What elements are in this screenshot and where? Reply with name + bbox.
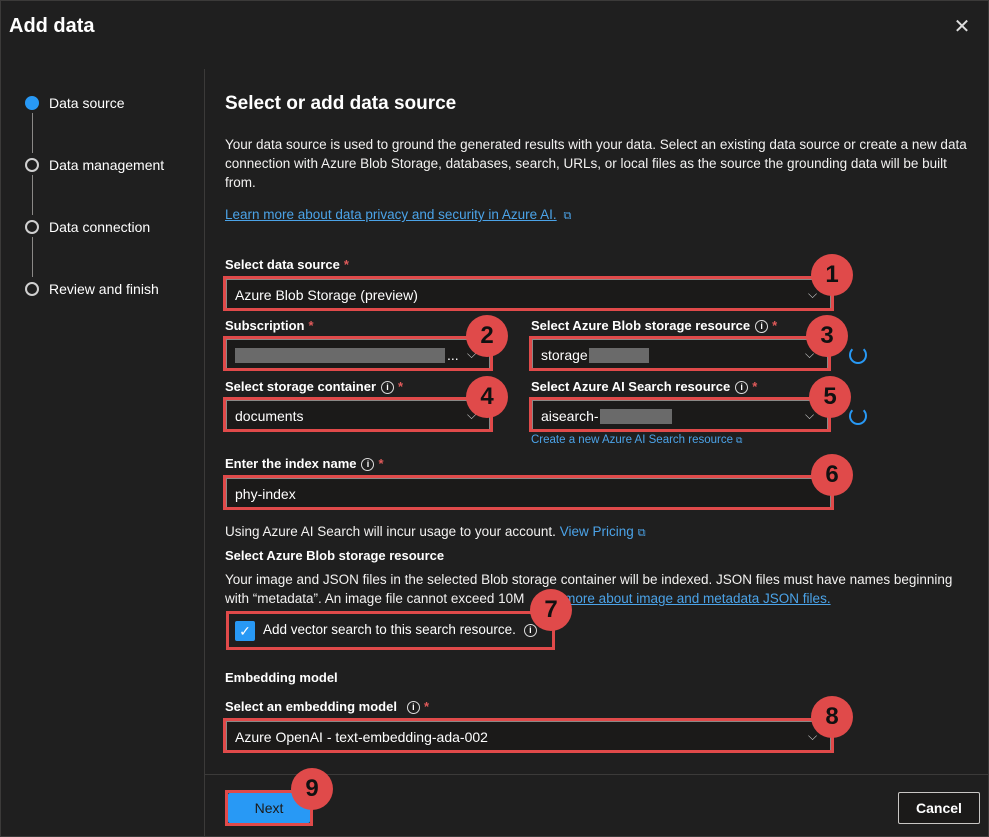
index-name-label: Enter the index name i * xyxy=(225,456,384,471)
close-icon[interactable]: ✕ xyxy=(952,17,972,37)
search-resource-dropdown[interactable]: aisearch- ⌵ xyxy=(532,400,828,432)
privacy-link[interactable]: Learn more about data privacy and securi… xyxy=(225,207,571,223)
callout-badge: 5 xyxy=(809,376,851,418)
callout-badge: 8 xyxy=(811,696,853,738)
vector-search-label-text: Add vector search to this search resourc… xyxy=(263,622,516,637)
step-label: Data source xyxy=(49,95,125,111)
subscription-label: Subscription * xyxy=(225,318,314,333)
callout-badge: 1 xyxy=(811,254,853,296)
blob-resource-label: Select Azure Blob storage resource i * xyxy=(531,318,778,333)
callout-badge: 7 xyxy=(530,589,572,631)
step-connector xyxy=(32,113,33,153)
refresh-icon[interactable] xyxy=(849,346,867,364)
info-icon[interactable]: i xyxy=(381,381,394,394)
embedding-heading: Embedding model xyxy=(225,670,338,685)
step-data-source[interactable]: Data source xyxy=(25,93,124,113)
container-dropdown[interactable]: documents ⌵ xyxy=(226,400,490,432)
blob-resource-value: storage xyxy=(541,347,588,363)
create-search-resource-link[interactable]: Create a new Azure AI Search resource ⧉ xyxy=(531,434,742,446)
container-label: Select storage container i * xyxy=(225,379,404,394)
cancel-button[interactable]: Cancel xyxy=(898,792,980,824)
step-dot-icon xyxy=(25,220,39,234)
search-resource-label: Select Azure AI Search resource i * xyxy=(531,379,758,394)
info-icon[interactable]: i xyxy=(755,320,769,333)
info-icon[interactable]: i xyxy=(735,381,749,394)
step-data-management[interactable]: Data management xyxy=(25,155,164,175)
step-connector xyxy=(32,175,33,215)
redacted-value xyxy=(599,408,672,424)
step-active-dot-icon xyxy=(25,96,39,110)
step-label: Data connection xyxy=(49,219,151,235)
index-name-input[interactable]: phy-index xyxy=(226,478,831,510)
external-link-icon: ⧉ xyxy=(637,527,646,539)
step-review-and-finish[interactable]: Review and finish xyxy=(25,279,159,299)
dialog-title: Add data xyxy=(9,15,95,37)
vector-search-label: Add vector search to this search resourc… xyxy=(263,622,537,637)
step-data-connection[interactable]: Data connection xyxy=(25,217,150,237)
info-icon[interactable]: i xyxy=(406,701,420,714)
callout-badge: 4 xyxy=(466,376,508,418)
refresh-icon[interactable] xyxy=(849,407,867,425)
callout-badge: 2 xyxy=(466,315,508,357)
privacy-link-text[interactable]: Learn more about data privacy and securi… xyxy=(225,207,557,222)
blob-info-line-2: with “metadata”. An image file cannot ex… xyxy=(225,591,831,606)
blob-info-text: with “metadata”. An image file cannot ex… xyxy=(225,591,525,606)
data-source-label: Select data source * xyxy=(225,257,349,272)
step-dot-icon xyxy=(25,282,39,296)
redacted-value xyxy=(588,347,649,363)
metadata-learn-link[interactable]: rn more about image and metadata JSON fi… xyxy=(548,591,830,606)
blob-resource-dropdown[interactable]: storage ⌵ xyxy=(532,339,828,371)
container-value: documents xyxy=(235,408,304,424)
step-connector xyxy=(32,237,33,277)
search-resource-value: aisearch- xyxy=(541,408,599,424)
embedding-value: Azure OpenAI - text-embedding-ada-002 xyxy=(235,729,488,745)
index-name-value: phy-index xyxy=(235,486,296,502)
callout-badge: 9 xyxy=(291,768,333,810)
embedding-dropdown[interactable]: Azure OpenAI - text-embedding-ada-002 ⌵ xyxy=(226,721,831,753)
usage-notice: Using Azure AI Search will incur usage t… xyxy=(225,524,646,540)
info-icon[interactable]: i xyxy=(523,624,537,637)
step-label: Data management xyxy=(49,157,165,173)
embedding-label: Select an embedding model i * xyxy=(225,699,429,714)
add-data-dialog: Add data ✕ Data source Data management D… xyxy=(0,0,989,837)
usage-text: Using Azure AI Search will incur usage t… xyxy=(225,524,556,539)
external-link-icon: ⧉ xyxy=(736,435,743,445)
view-pricing-link[interactable]: View Pricing xyxy=(560,524,634,539)
external-link-icon: ⧉ xyxy=(563,210,572,222)
blob-info-line-1: Your image and JSON files in the selecte… xyxy=(225,572,953,587)
data-source-value: Azure Blob Storage (preview) xyxy=(235,287,418,303)
redacted-value xyxy=(235,347,445,363)
callout-badge: 3 xyxy=(806,315,848,357)
vector-search-checkbox[interactable]: ✓ xyxy=(235,621,255,641)
sidebar-divider xyxy=(204,69,205,837)
callout-badge: 6 xyxy=(811,454,853,496)
step-label: Review and finish xyxy=(49,281,159,297)
blob-section-heading: Select Azure Blob storage resource xyxy=(225,548,445,563)
page-title: Select or add data source xyxy=(225,93,457,114)
step-dot-icon xyxy=(25,158,39,172)
subscription-dropdown[interactable]: ... ⌵ xyxy=(226,339,490,371)
page-description: Your data source is used to ground the g… xyxy=(225,137,967,190)
data-source-dropdown[interactable]: Azure Blob Storage (preview) ⌵ xyxy=(226,279,831,311)
subscription-value-suffix: ... xyxy=(447,347,459,363)
info-icon[interactable]: i xyxy=(361,458,375,471)
